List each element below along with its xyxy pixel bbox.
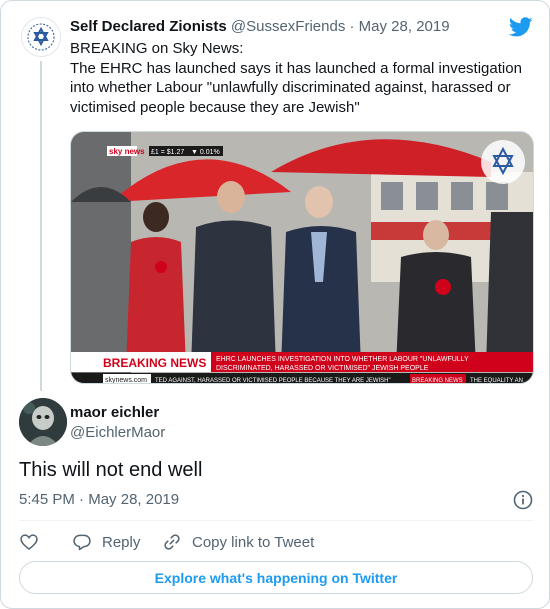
twitter-bird-icon[interactable] — [509, 15, 533, 39]
link-icon — [164, 534, 180, 550]
ticker-rate: £1 = $1.27 — [151, 149, 184, 156]
star-of-david-logo-icon — [27, 23, 55, 51]
embedded-tweet-card: Self Declared Zionists @SussexFriends · … — [0, 0, 550, 609]
separator-dot: · — [79, 491, 85, 508]
like-button[interactable] — [19, 531, 49, 553]
breaking-news-label: BREAKING NEWS — [103, 356, 206, 370]
reply-button[interactable]: Reply — [72, 531, 140, 553]
quoted-author-name[interactable]: Self Declared Zionists — [70, 18, 227, 35]
reply-bubble-icon — [73, 534, 91, 551]
crawl-text: TED AGAINST, HARASSED OR VICTIMISED PEOP… — [155, 378, 391, 384]
quoted-tweet-text: BREAKING on Sky News: The EHRC has launc… — [70, 40, 522, 116]
tweet-time: 5:45 PM — [19, 491, 75, 508]
author-name[interactable]: maor eichler — [70, 403, 159, 423]
reply-label: Reply — [102, 533, 141, 551]
info-icon[interactable] — [513, 490, 533, 510]
quoted-tweet-image[interactable]: sky news £1 = $1.27 ▼ 0.01% BREAKING NEW… — [70, 131, 534, 384]
ticker-change: ▼ 0.01% — [191, 149, 220, 156]
explore-button[interactable]: Explore what's happening on Twitter — [19, 561, 533, 594]
tweet-timestamp[interactable]: 5:45 PM · May 28, 2019 — [19, 490, 179, 510]
tweet-text: This will not end well — [19, 459, 203, 481]
quoted-author-handle[interactable]: @SussexFriends — [231, 18, 345, 35]
author-avatar[interactable] — [19, 398, 67, 446]
sky-news-logo: sky news — [109, 147, 145, 156]
quoted-author-avatar[interactable] — [21, 17, 61, 57]
crawl-tail: THE EQUALITY AN — [470, 378, 523, 384]
separator-dot: · — [349, 18, 355, 35]
quoted-tweet-header: Self Declared Zionists @SussexFriends · … — [70, 17, 450, 37]
headline-line-1: EHRC LAUNCHES INVESTIGATION INTO WHETHER… — [216, 356, 469, 363]
headline-line-2: DISCRIMINATED, HARASSED OR VICTIMISED" J… — [216, 365, 429, 372]
sky-site-label: skynews.com — [105, 377, 147, 384]
tweet-date: May 28, 2019 — [88, 491, 180, 508]
divider — [19, 520, 533, 521]
copy-link-button[interactable]: Copy link to Tweet — [162, 531, 314, 553]
quoted-tweet-date[interactable]: May 28, 2019 — [359, 18, 450, 35]
crawl-breaking-label: BREAKING NEWS — [412, 378, 463, 384]
author-handle[interactable]: @EichlerMaor — [70, 423, 165, 443]
thread-line — [40, 61, 42, 391]
copy-link-label: Copy link to Tweet — [192, 533, 315, 551]
heart-icon — [20, 534, 38, 551]
